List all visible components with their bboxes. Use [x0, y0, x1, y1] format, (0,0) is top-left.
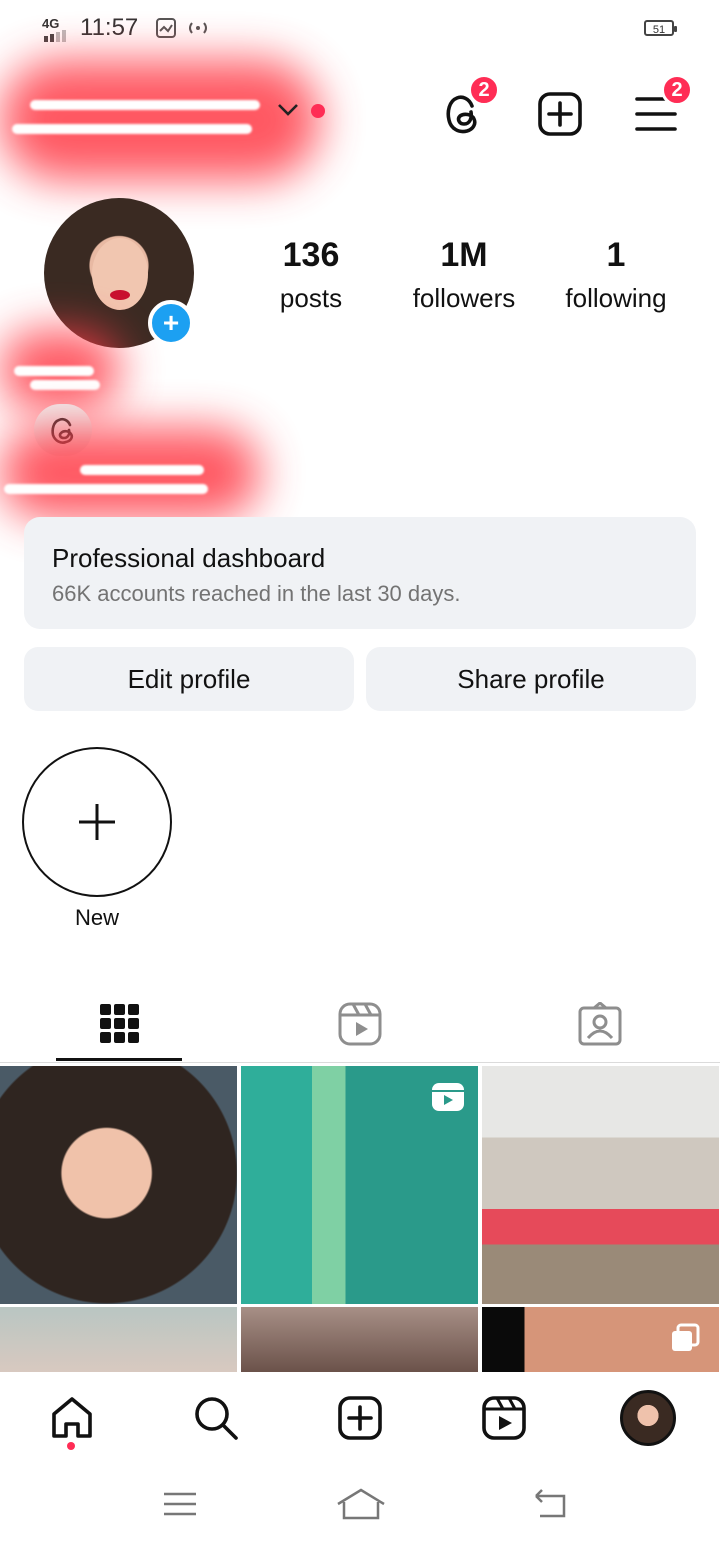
nav-reels[interactable] [476, 1390, 532, 1446]
status-bar: 4G 11:57 51 [0, 0, 720, 56]
nav-create[interactable] [332, 1390, 388, 1446]
carousel-thumbnail[interactable] [482, 1307, 719, 1372]
system-nav-bar [0, 1464, 720, 1544]
home-notification-dot [67, 1442, 75, 1450]
add-story-button[interactable]: + [148, 300, 194, 346]
reels-icon [482, 1396, 526, 1440]
nav-search[interactable] [188, 1390, 244, 1446]
share-profile-button[interactable]: Share profile [366, 647, 696, 711]
chevron-down-icon[interactable] [276, 102, 300, 118]
gallery-notification-icon [156, 18, 176, 38]
bottom-nav [0, 1372, 720, 1464]
post-thumbnail[interactable] [482, 1066, 719, 1304]
create-icon [338, 1396, 382, 1440]
posts-stat[interactable]: 136 posts [236, 236, 386, 314]
following-label: following [565, 283, 667, 313]
system-home-icon[interactable] [336, 1484, 386, 1524]
menu-badge: 2 [661, 74, 693, 106]
following-stat[interactable]: 1 following [541, 236, 691, 314]
post-thumbnail[interactable] [241, 1307, 478, 1372]
nav-profile[interactable] [620, 1390, 676, 1446]
network-indicator: 4G [42, 16, 60, 31]
clock: 11:57 [80, 14, 139, 41]
redaction-stroke [14, 366, 94, 376]
following-count: 1 [606, 236, 626, 274]
tagged-icon [578, 1002, 622, 1046]
post-thumbnail[interactable] [0, 1307, 237, 1372]
redaction-stroke [12, 124, 252, 134]
followers-count: 1M [440, 236, 488, 274]
profile-avatar-small [620, 1390, 676, 1446]
tab-reels[interactable] [240, 988, 480, 1060]
reel-thumbnail[interactable] [241, 1066, 478, 1304]
dashboard-title: Professional dashboard [52, 543, 326, 573]
post-thumbnail[interactable] [0, 1066, 237, 1304]
dashboard-subtitle: 66K accounts reached in the last 30 days… [52, 581, 461, 606]
followers-stat[interactable]: 1M followers [389, 236, 539, 314]
plus-square-icon [538, 92, 582, 136]
professional-dashboard[interactable]: Professional dashboard 66K accounts reac… [24, 517, 696, 629]
new-highlight-label: New [74, 905, 119, 930]
create-post-button[interactable] [532, 86, 588, 142]
carousel-icon [672, 1323, 700, 1351]
plus-icon [79, 804, 115, 840]
reel-badge-icon [432, 1083, 464, 1111]
battery-icon: 51 [644, 20, 677, 36]
home-icon [52, 1397, 92, 1438]
threads-badge: 2 [468, 74, 500, 106]
nav-home[interactable] [44, 1390, 100, 1446]
search-icon [195, 1397, 238, 1440]
avatar-lips [110, 290, 130, 300]
edit-profile-button[interactable]: Edit profile [24, 647, 354, 711]
tab-posts-grid[interactable] [0, 988, 240, 1060]
redaction-stroke [4, 484, 208, 494]
recent-apps-icon[interactable] [160, 1484, 200, 1524]
new-highlight-button[interactable] [22, 747, 172, 897]
redacted-username [0, 60, 320, 180]
redaction-stroke [80, 465, 204, 475]
tab-divider [0, 1062, 720, 1063]
followers-label: followers [412, 283, 516, 313]
reels-icon [338, 1002, 382, 1046]
redaction-stroke [30, 100, 260, 110]
back-icon[interactable] [530, 1484, 570, 1524]
hotspot-icon [189, 22, 207, 34]
signal-icon [44, 30, 66, 42]
tab-tagged[interactable] [480, 988, 720, 1060]
active-tab-indicator [56, 1058, 182, 1061]
grid-icon [100, 1004, 139, 1043]
posts-count: 136 [282, 236, 340, 274]
notification-dot [311, 104, 325, 118]
redaction-stroke [30, 380, 100, 390]
posts-label: posts [279, 283, 343, 313]
